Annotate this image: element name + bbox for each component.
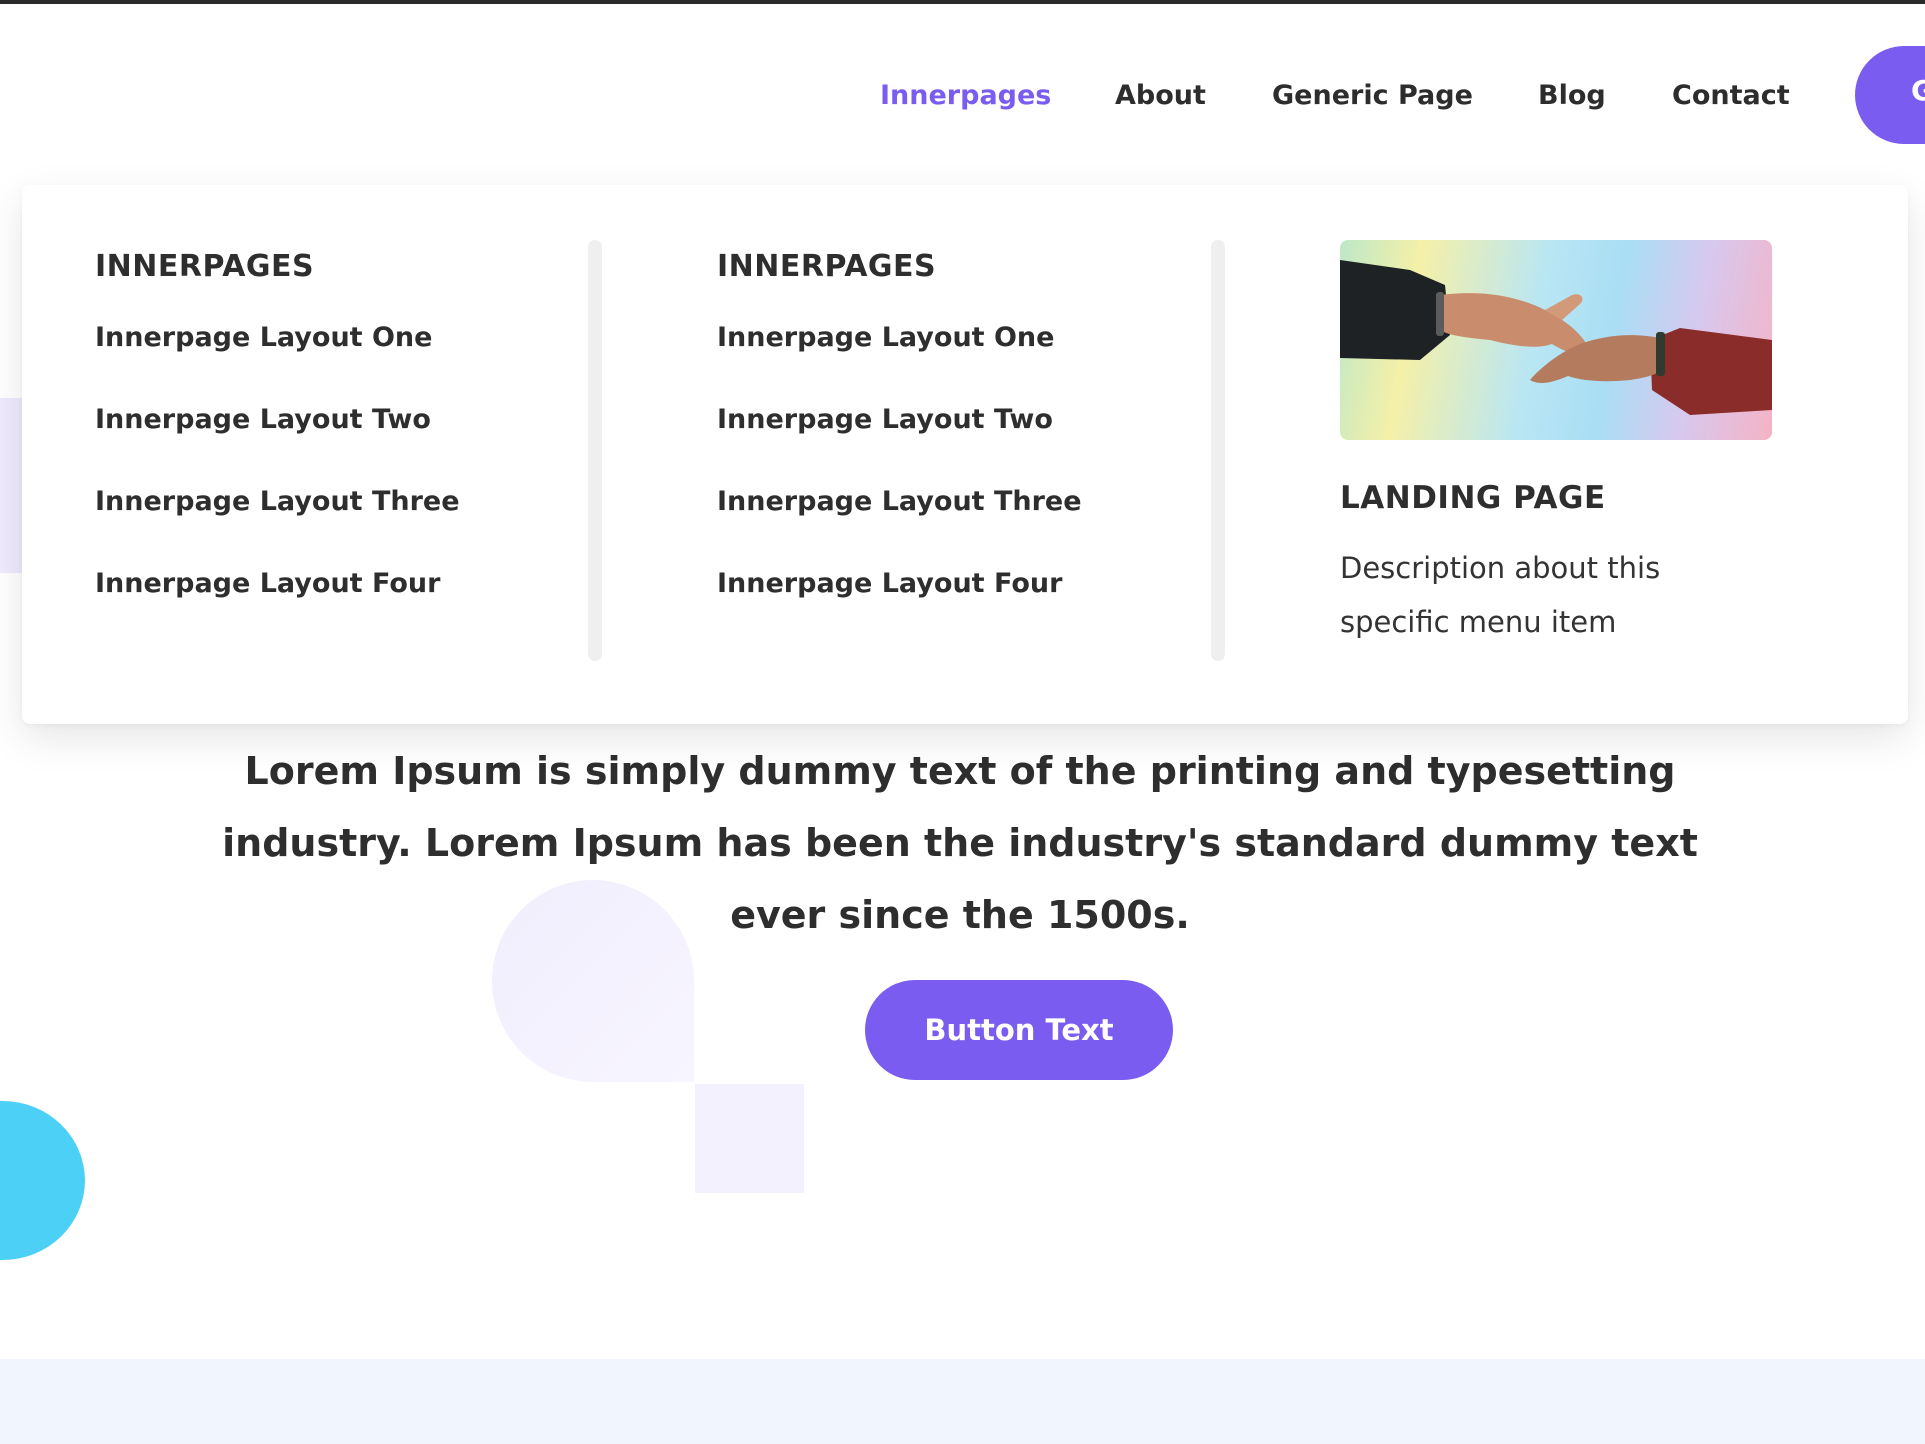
- decorative-cyan-circle: [0, 1101, 85, 1260]
- menu-link-layout-four[interactable]: Innerpage Layout Four: [95, 568, 440, 599]
- menu-divider: [1211, 240, 1225, 661]
- menu-item: Innerpage Layout One: [717, 322, 1082, 404]
- menu-item: Innerpage Layout Three: [717, 486, 1082, 568]
- mega-menu-dropdown: INNERPAGES Innerpage Layout One Innerpag…: [22, 185, 1908, 724]
- menu-item: Innerpage Layout Four: [717, 568, 1082, 650]
- window-top-border: [0, 0, 1925, 4]
- menu-item: Innerpage Layout Four: [95, 568, 460, 650]
- nav-link-innerpages[interactable]: Innerpages: [880, 80, 1051, 111]
- menu-link-layout-three[interactable]: Innerpage Layout Three: [95, 486, 460, 517]
- menu-link-layout-four[interactable]: Innerpage Layout Four: [717, 568, 1062, 599]
- nav-link-blog[interactable]: Blog: [1538, 80, 1606, 111]
- menu-link-layout-one[interactable]: Innerpage Layout One: [95, 322, 432, 353]
- nav-link-about[interactable]: About: [1115, 80, 1206, 111]
- hero-button[interactable]: Button Text: [865, 980, 1173, 1080]
- hero-text: Lorem Ipsum is simply dummy text of the …: [222, 749, 1698, 937]
- decorative-strip: [0, 398, 22, 573]
- menu-list: Innerpage Layout One Innerpage Layout Tw…: [95, 322, 460, 650]
- main-nav: Innerpages About Generic Page Blog Conta…: [0, 46, 1925, 144]
- handshake-illustration: [1340, 260, 1772, 415]
- menu-item: Innerpage Layout One: [95, 322, 460, 404]
- decorative-square: [695, 1084, 804, 1193]
- promo-image-handshake[interactable]: [1340, 240, 1772, 440]
- menu-link-layout-two[interactable]: Innerpage Layout Two: [717, 404, 1053, 435]
- nav-cta-button[interactable]: G: [1855, 46, 1925, 144]
- nav-link-contact[interactable]: Contact: [1672, 80, 1790, 111]
- menu-link-layout-three[interactable]: Innerpage Layout Three: [717, 486, 1082, 517]
- promo-description: Description about this specific menu ite…: [1340, 551, 1661, 639]
- menu-link-layout-one[interactable]: Innerpage Layout One: [717, 322, 1054, 353]
- menu-item: Innerpage Layout Three: [95, 486, 460, 568]
- menu-column-2: INNERPAGES Innerpage Layout One Innerpag…: [717, 249, 1082, 650]
- next-section-band: [0, 1359, 1925, 1444]
- menu-column-title: INNERPAGES: [717, 249, 937, 284]
- menu-list: Innerpage Layout One Innerpage Layout Tw…: [717, 322, 1082, 650]
- nav-link-generic-page[interactable]: Generic Page: [1272, 80, 1473, 111]
- menu-item: Innerpage Layout Two: [717, 404, 1082, 486]
- promo-title[interactable]: LANDING PAGE: [1340, 480, 1606, 516]
- menu-link-layout-two[interactable]: Innerpage Layout Two: [95, 404, 431, 435]
- menu-column-title: INNERPAGES: [95, 249, 315, 284]
- nav-cta-label: G: [1911, 74, 1925, 107]
- menu-divider: [588, 240, 602, 661]
- menu-column-1: INNERPAGES Innerpage Layout One Innerpag…: [95, 249, 460, 650]
- menu-item: Innerpage Layout Two: [95, 404, 460, 486]
